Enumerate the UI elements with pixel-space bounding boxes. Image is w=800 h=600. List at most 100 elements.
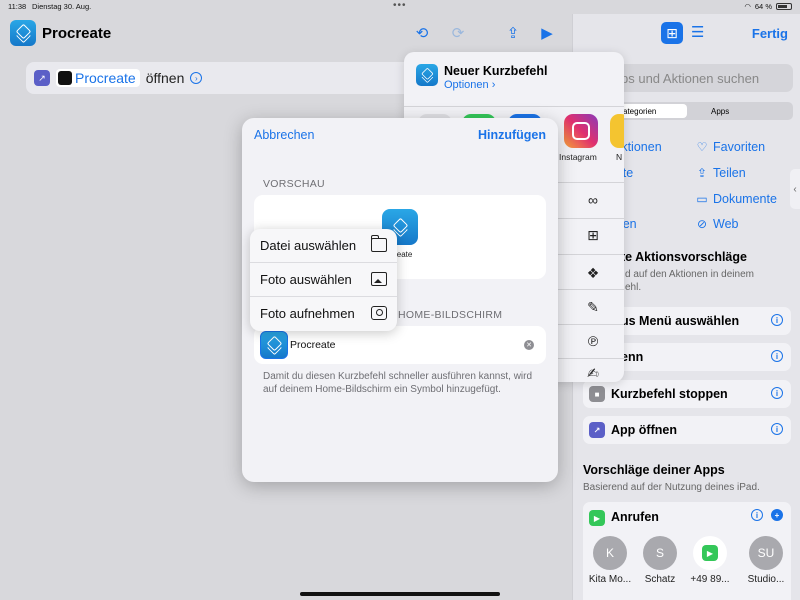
category-share[interactable]: ⇪ Teilen — [695, 166, 746, 180]
document-icon: ▭ — [696, 192, 708, 206]
suggestions-subtitle-2: ehl. — [625, 282, 642, 293]
action-card-open-app-label: App öffnen — [611, 423, 677, 437]
add-square-icon[interactable]: ⊞ — [582, 224, 604, 246]
contact-item[interactable]: S Schatz — [635, 536, 685, 585]
contact-name: +49 89... — [690, 574, 730, 585]
layers-icon — [267, 338, 281, 352]
home-icon-picker[interactable] — [260, 331, 288, 359]
divider — [556, 289, 624, 290]
category-web[interactable]: ⊘ Web — [695, 217, 739, 231]
layers-icon — [16, 26, 30, 40]
divider — [556, 182, 624, 183]
category-favorites-label: Favoriten — [713, 140, 766, 154]
icon-source-menu: Datei auswählen Foto auswählen Foto aufn… — [250, 229, 397, 331]
cancel-button[interactable]: Abbrechen — [254, 128, 314, 142]
menu-item-choose-photo[interactable]: Foto auswählen — [250, 263, 397, 297]
contact-item[interactable]: SU Studio... — [741, 536, 791, 585]
instagram-label: Instagram — [559, 152, 597, 162]
info-icon[interactable]: i — [771, 423, 783, 435]
info-icon[interactable]: i — [751, 509, 763, 521]
add-action-icon[interactable]: ⊞ — [661, 22, 683, 44]
category-web-label: Web — [713, 217, 739, 231]
stop-icon: ■ — [589, 386, 605, 402]
add-button[interactable]: Hinzufügen — [478, 128, 546, 142]
done-button[interactable]: Fertig — [752, 26, 788, 41]
share-title: Neuer Kurzbefehl — [444, 64, 548, 78]
options-label: Optionen — [444, 79, 489, 91]
category-favorites[interactable]: ♡ Favoriten — [695, 140, 766, 154]
info-icon[interactable]: i — [771, 387, 783, 399]
layers-icon — [421, 69, 432, 80]
battery-percent: 64 % — [754, 2, 772, 11]
pencil-icon[interactable]: ✎ — [582, 296, 604, 318]
redo-icon[interactable]: ⟳ — [448, 23, 468, 43]
expand-chevron-icon[interactable]: › — [190, 72, 203, 84]
photos-icon — [371, 272, 387, 286]
segment-apps[interactable]: Apps — [711, 107, 729, 116]
share-icon: ⇪ — [696, 166, 708, 180]
info-icon[interactable]: i — [771, 350, 783, 362]
folder-icon — [371, 235, 387, 252]
multitask-dots[interactable]: ••• — [393, 0, 407, 11]
category-documents-label: Dokumente — [713, 192, 777, 206]
wifi-icon: ◠ — [744, 2, 751, 11]
options-link[interactable]: Optionen › — [444, 79, 495, 91]
menu-item-choose-file[interactable]: Datei auswählen — [250, 229, 397, 263]
dropbox-icon[interactable]: ❖ — [582, 262, 604, 284]
pinterest-icon[interactable]: ℗ — [582, 330, 604, 352]
add-icon[interactable]: + — [771, 509, 783, 521]
app-suggestions-header: Vorschläge deiner Apps — [583, 463, 725, 477]
action-card-stop-label: Kurzbefehl stoppen — [611, 387, 728, 401]
avatar: SU — [749, 536, 783, 570]
app-suggestions-subtitle: Basierend auf der Nutzung deines iPad. — [583, 482, 760, 493]
collapse-chevron-icon[interactable]: ‹ — [790, 169, 800, 209]
clear-icon[interactable]: ✕ — [524, 340, 534, 350]
action-verb: öffnen — [145, 70, 185, 86]
compose-icon[interactable]: ✍ — [582, 362, 604, 382]
divider — [556, 254, 624, 255]
suggestions-header: te Aktionsvorschläge — [621, 250, 747, 264]
heart-icon: ♡ — [696, 140, 708, 154]
divider — [556, 218, 624, 219]
settings-sliders-icon[interactable]: ☰ — [691, 23, 704, 41]
category-documents[interactable]: ▭ Dokumente — [695, 192, 777, 206]
shortcut-icon[interactable] — [10, 20, 36, 46]
home-screen-header: HOME-BILDSCHIRM — [398, 309, 503, 321]
status-right: ◠ 64 % — [744, 2, 792, 11]
undo-icon[interactable]: ⟲ — [412, 23, 432, 43]
name-input[interactable]: Procreate — [290, 339, 336, 351]
play-icon[interactable]: ▶ — [537, 23, 557, 43]
home-indicator[interactable] — [300, 592, 500, 596]
avatar: ▶ — [693, 536, 727, 570]
menu-item-label: Foto auswählen — [260, 272, 352, 287]
contact-item[interactable]: ▶ +49 89... — [685, 536, 735, 585]
link-icon[interactable]: ∞ — [582, 189, 604, 211]
action-card-open-app[interactable]: ↗ App öffnen i — [583, 416, 791, 444]
instagram-app-icon[interactable] — [564, 114, 598, 148]
camera-icon — [371, 306, 387, 320]
contact-name: Studio... — [747, 574, 785, 585]
name-field[interactable]: Procreate ✕ — [254, 326, 546, 364]
preview-header: VORSCHAU — [263, 178, 325, 190]
open-app-action-icon: ↗ — [34, 70, 50, 86]
contact-name: Schatz — [644, 574, 676, 585]
app-token[interactable]: Procreate — [56, 69, 140, 87]
avatar: S — [643, 536, 677, 570]
menu-item-take-photo[interactable]: Foto aufnehmen — [250, 297, 397, 331]
status-date: Dienstag 30. Aug. — [32, 2, 92, 11]
avatar: K — [593, 536, 627, 570]
compass-icon: ⊘ — [696, 217, 708, 231]
info-icon[interactable]: i — [771, 314, 783, 326]
suggestions-subtitle: d auf den Aktionen in deinem — [625, 269, 754, 280]
share-divider — [404, 106, 624, 107]
shortcut-icon — [416, 64, 438, 86]
action-card-stop[interactable]: ■ Kurzbefehl stoppen i — [583, 380, 791, 408]
shortcut-title[interactable]: Procreate — [42, 25, 111, 42]
notes-label: N — [616, 152, 623, 162]
share-icon[interactable]: ⇪ — [503, 23, 523, 43]
category-share-label: Teilen — [713, 166, 746, 180]
procreate-app-icon — [58, 71, 72, 85]
divider — [556, 324, 624, 325]
notes-app-icon[interactable] — [610, 114, 624, 148]
contact-item[interactable]: K Kita Mo... — [585, 536, 635, 585]
